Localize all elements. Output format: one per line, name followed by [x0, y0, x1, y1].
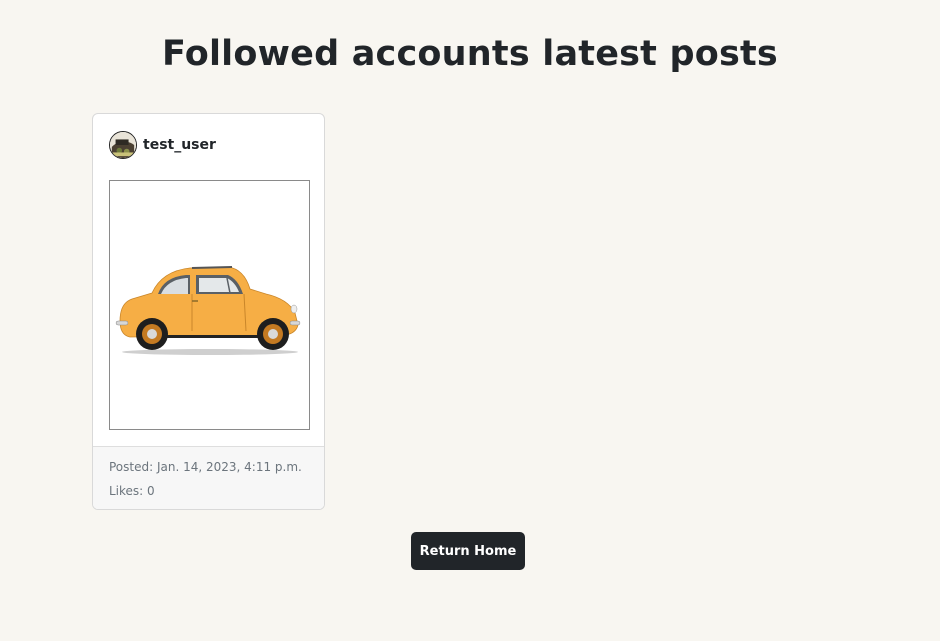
- post-card: test_user Posted: Jan. 14, 2023, 4:11 p.…: [92, 113, 325, 510]
- post-footer: Posted: Jan. 14, 2023, 4:11 p.m. Likes: …: [93, 446, 324, 509]
- posted-date: Posted: Jan. 14, 2023, 4:11 p.m.: [109, 460, 302, 474]
- likes-count: Likes: 0: [109, 484, 155, 498]
- page-title: Followed accounts latest posts: [162, 34, 778, 74]
- page: Followed accounts latest posts test_user: [0, 0, 940, 641]
- return-home-button[interactable]: Return Home: [411, 532, 525, 570]
- username[interactable]: test_user: [143, 137, 216, 153]
- yellow-car-image: [115, 266, 301, 355]
- avatar[interactable]: [109, 131, 137, 159]
- post-image[interactable]: [109, 180, 310, 430]
- post-header: test_user: [109, 130, 216, 160]
